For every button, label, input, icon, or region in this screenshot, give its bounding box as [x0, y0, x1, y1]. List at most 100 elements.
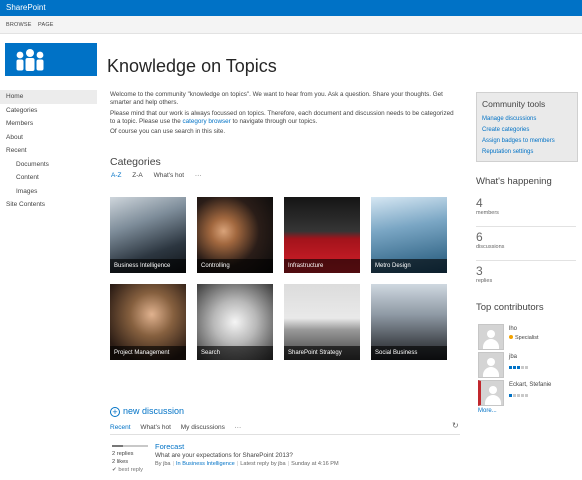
ribbon-tab-browse[interactable]: BROWSE: [6, 22, 32, 28]
discussion-author: By jba: [155, 461, 171, 467]
reputation-level: [509, 392, 529, 399]
contributor-name: jba: [509, 354, 518, 360]
avatar: [478, 380, 504, 406]
contributor-item[interactable]: lho Specialist: [478, 324, 578, 350]
discussion-meta: By jba | In Business Intelligence | Latest r…: [155, 461, 339, 467]
manage-discussions-link[interactable]: Manage discussions: [482, 114, 577, 125]
site-logo[interactable]: [5, 43, 97, 76]
assign-badges-link[interactable]: Assign badges to members: [482, 136, 577, 147]
category-tile[interactable]: Metro Design: [371, 197, 447, 273]
category-tile[interactable]: Project Management: [110, 284, 186, 360]
badge-label: Specialist: [515, 335, 539, 341]
stat-value: 4: [476, 196, 483, 210]
plus-circle-icon: +: [110, 407, 120, 417]
welcome-paragraph: Welcome to the community "knowledge on t…: [110, 91, 443, 107]
discussion-time: Sunday at 4:16 PM: [291, 461, 339, 467]
discussion-question: What are your expectations for SharePoin…: [155, 452, 293, 459]
reputation-level: [509, 364, 529, 371]
stat-label: replies: [476, 278, 493, 284]
nav-item-categories[interactable]: Categories: [0, 104, 97, 118]
divider: [110, 434, 460, 435]
new-discussion-label: new discussion: [123, 406, 185, 416]
contributor-item[interactable]: jba: [478, 352, 578, 378]
ribbon: BROWSE PAGE: [0, 16, 582, 34]
stat-label: discussions: [476, 244, 505, 250]
category-tile[interactable]: SharePoint Strategy: [284, 284, 360, 360]
category-tile-label: Infrastructure: [284, 259, 360, 273]
search-hint: Of course you can use search in this sit…: [110, 128, 226, 136]
best-reply-indicator: ✔ best reply: [112, 466, 152, 474]
divider: [476, 260, 576, 261]
nav-item-images[interactable]: Images: [0, 185, 97, 199]
community-tools-panel: Community tools Manage discussions Creat…: [476, 92, 578, 162]
tab-recent[interactable]: Recent: [110, 424, 131, 431]
categories-heading: Categories: [110, 156, 161, 168]
quick-launch: Home Categories Members About Recent Doc…: [0, 90, 97, 212]
nav-item-documents[interactable]: Documents: [0, 158, 97, 172]
nav-item-site-contents[interactable]: Site Contents: [0, 198, 97, 212]
stat-discussions: 6 discussions: [476, 230, 578, 261]
category-tile-label: Business Intelligence: [110, 259, 186, 273]
sort-z-a[interactable]: Z-A: [132, 172, 142, 179]
category-tile[interactable]: Controlling: [197, 197, 273, 273]
stat-value: 3: [476, 264, 483, 278]
guidance-paragraph: Please mind that our work is always focu…: [110, 110, 455, 127]
category-tile-label: Controlling: [197, 259, 273, 273]
sort-more-menu[interactable]: ···: [195, 172, 202, 179]
category-tile[interactable]: Business Intelligence: [110, 197, 186, 273]
contributor-name: Eckart, Stefanie: [509, 382, 552, 388]
stat-value: 6: [476, 230, 483, 244]
top-contributors-title: Top contributors: [476, 302, 544, 313]
tab-more-menu[interactable]: ···: [235, 424, 242, 431]
category-tile-label: Metro Design: [371, 259, 447, 273]
category-tile[interactable]: Social Business: [371, 284, 447, 360]
sort-whats-hot[interactable]: What's hot: [154, 172, 185, 179]
refresh-icon[interactable]: ↻: [452, 421, 459, 430]
suite-brand-link[interactable]: SharePoint: [6, 3, 46, 12]
new-discussion-button[interactable]: + new discussion: [110, 406, 184, 417]
suite-bar: SharePoint: [0, 0, 582, 16]
contributor-name: lho: [509, 326, 518, 332]
nav-item-home[interactable]: Home: [0, 90, 97, 104]
contributor-badge: Specialist: [509, 335, 539, 341]
category-browser-link[interactable]: category browser: [182, 118, 230, 125]
divider: [476, 226, 576, 227]
category-tile[interactable]: Infrastructure: [284, 197, 360, 273]
category-tile[interactable]: Search: [197, 284, 273, 360]
badge-dot-icon: [509, 335, 513, 339]
best-reply-label: best reply: [118, 467, 144, 473]
category-tile-label: Social Business: [371, 346, 447, 360]
stat-replies: 3 replies: [476, 264, 578, 284]
category-tile-label: Search: [197, 346, 273, 360]
nav-item-recent[interactable]: Recent: [0, 144, 97, 158]
discussion-title-link[interactable]: Forecast: [155, 442, 184, 451]
community-people-icon: [16, 49, 44, 71]
reply-count: 2 replies: [112, 451, 134, 457]
nav-item-members[interactable]: Members: [0, 117, 97, 131]
category-tile-label: SharePoint Strategy: [284, 346, 360, 360]
reputation-settings-link[interactable]: Reputation settings: [482, 147, 577, 158]
welcome-text: Welcome to the community "knowledge on t…: [110, 91, 455, 138]
stat-label: members: [476, 210, 499, 216]
stat-members: 4 members: [476, 196, 578, 227]
activity-bar: [112, 445, 148, 447]
sort-a-z[interactable]: A-Z: [111, 172, 121, 179]
tab-my-discussions[interactable]: My discussions: [181, 424, 225, 431]
create-categories-link[interactable]: Create categories: [482, 125, 577, 136]
like-count: 2 likes: [112, 459, 129, 465]
avatar: [478, 324, 504, 350]
avatar: [478, 352, 504, 378]
ribbon-tab-page[interactable]: PAGE: [38, 22, 54, 28]
discussion-category-link[interactable]: In Business Intelligence: [176, 461, 235, 467]
nav-item-content[interactable]: Content: [0, 171, 97, 185]
more-contributors-link[interactable]: More...: [478, 408, 497, 414]
whats-happening-title: What's happening: [476, 176, 552, 187]
discussion-tabs: Recent What's hot My discussions ···: [110, 424, 460, 431]
discussion-stats: 2 replies 2 likes ✔ best reply: [112, 445, 152, 474]
contributor-item[interactable]: Eckart, Stefanie: [478, 380, 578, 406]
tab-whats-hot[interactable]: What's hot: [140, 424, 171, 431]
latest-reply: Latest reply by jba: [240, 461, 286, 467]
guidance-text-end: to navigate through our topics.: [230, 117, 318, 125]
page-title: Knowledge on Topics: [107, 56, 277, 76]
nav-item-about[interactable]: About: [0, 131, 97, 145]
